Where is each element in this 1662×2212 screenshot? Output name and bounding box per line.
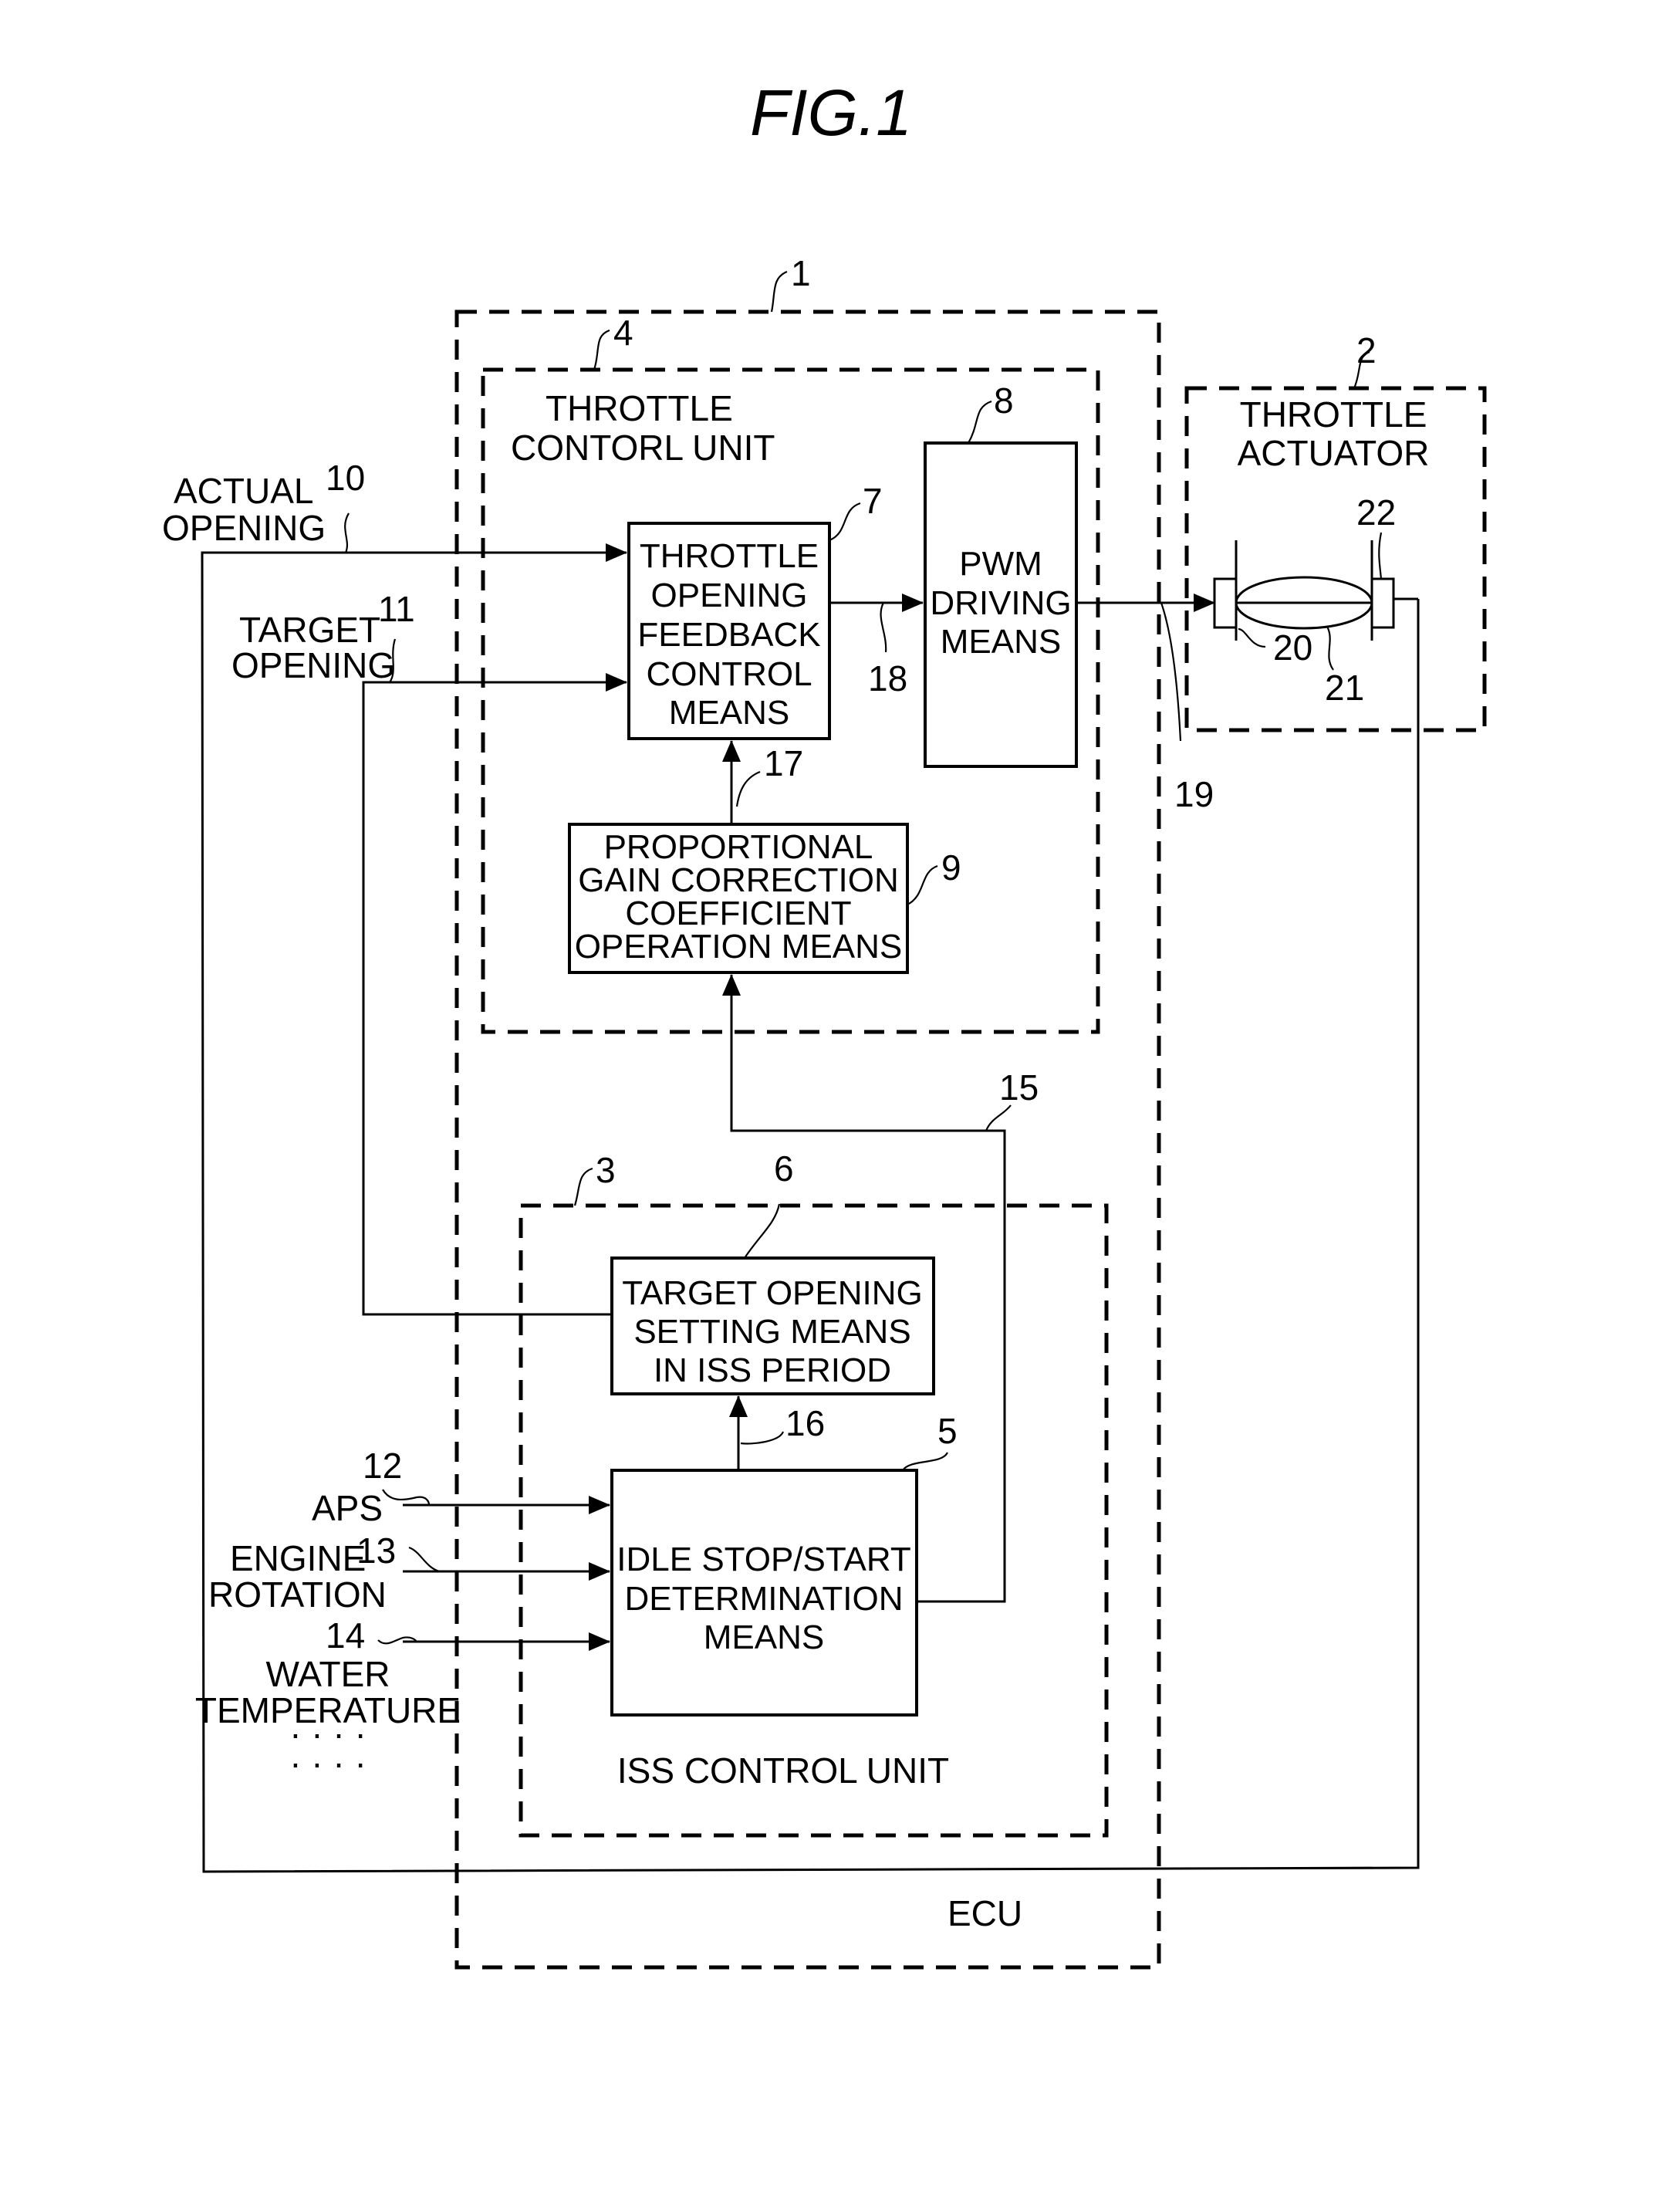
actuator-ref: 2	[1356, 330, 1377, 370]
water-temperature-label-line-1: WATER	[266, 1654, 390, 1694]
pwm-driving-line-3: MEANS	[941, 623, 1061, 661]
pwm-driving-ref: 8	[994, 381, 1014, 421]
idle-stop-start-leader	[902, 1452, 948, 1471]
ecu-label: ECU	[948, 1893, 1022, 1933]
idle-stop-start-ref: 5	[937, 1411, 958, 1451]
sensor-leader	[1378, 532, 1383, 580]
idle-stop-start-line-1: IDLE STOP/START	[616, 1541, 910, 1578]
valve-leader	[1326, 626, 1334, 671]
gain-correction-leader	[907, 864, 938, 905]
water-temperature-ref: 14	[326, 1615, 365, 1656]
ecu-ref: 1	[791, 253, 811, 293]
feedback-control-line-1: THROTTLE	[640, 537, 819, 575]
figure-title: FIG.1	[750, 76, 912, 149]
aps-label: APS	[312, 1488, 383, 1528]
iss-label: ISS CONTROL UNIT	[617, 1750, 949, 1791]
feedback-control-line-2: OPENING	[651, 577, 808, 614]
feedback-control-ref: 7	[863, 481, 883, 521]
engine-rotation-ref: 13	[356, 1530, 396, 1571]
iss-ref: 3	[596, 1150, 616, 1190]
feedback-control-line-5: MEANS	[669, 694, 789, 732]
target-opening-ref: 11	[378, 589, 415, 629]
feedback-control-line-3: FEEDBACK	[637, 616, 820, 654]
actuator-mechanism	[1213, 540, 1418, 641]
target-opening-setting-line-3: IN ISS PERIOD	[654, 1351, 891, 1389]
motor-ref: 20	[1273, 627, 1312, 668]
actuator-label-line-2: ACTUATOR	[1238, 433, 1430, 473]
feedback-control-line-4: CONTROL	[646, 655, 812, 693]
target-opening-setting-ref: 6	[774, 1148, 794, 1189]
iss-to-gain-ref: 15	[999, 1067, 1039, 1108]
valve-ref: 21	[1325, 668, 1364, 708]
actual-opening-label-line-2: OPENING	[162, 508, 326, 548]
tcu-leader	[593, 329, 610, 370]
target-opening-line	[362, 673, 627, 1316]
iss-to-gain-leader	[985, 1104, 1012, 1131]
target-opening-label-line-1: TARGET	[239, 610, 380, 650]
target-opening-setting-leader	[744, 1203, 781, 1259]
aps-ref: 12	[363, 1446, 402, 1486]
actual-opening-label-line-1: ACTUAL	[174, 471, 313, 511]
actual-opening-ref: 10	[326, 458, 365, 498]
iss-to-target-leader	[740, 1431, 785, 1445]
gain-correction-line-3: COEFFICIENT	[625, 895, 851, 932]
feedback-to-pwm-ref: 18	[868, 658, 907, 698]
sensor-block	[1370, 577, 1395, 629]
engine-rotation-label-line-1: ENGINE	[230, 1538, 366, 1578]
pwm-to-actuator-ref: 19	[1174, 774, 1214, 814]
actuator-label-line-1: THROTTLE	[1240, 394, 1427, 435]
gain-correction-line-1: PROPORTIONAL	[604, 828, 873, 866]
pwm-to-actuator-leader	[1160, 602, 1182, 742]
idle-stop-start-line-3: MEANS	[704, 1618, 824, 1656]
pwm-driving-line-2: DRIVING	[930, 584, 1071, 622]
ecu-leader	[770, 270, 788, 313]
motor-leader	[1238, 627, 1266, 648]
feedback-control-leader	[829, 502, 861, 542]
engine-rotation-leader	[408, 1546, 441, 1573]
target-opening-setting-line-2: SETTING MEANS	[633, 1313, 910, 1351]
gain-correction-line-2: GAIN CORRECTION	[578, 861, 899, 899]
target-opening-label-line-2: OPENING	[231, 645, 395, 685]
tcu-label-line-1: THROTTLE	[546, 388, 733, 428]
motor-block	[1213, 577, 1238, 629]
idle-stop-start-line-2: DETERMINATION	[625, 1580, 904, 1618]
gain-correction-ref: 9	[941, 847, 961, 888]
tcu-label-line-2: CONTORL UNIT	[511, 428, 775, 468]
engine-rotation-label-line-2: ROTATION	[208, 1574, 387, 1615]
gain-to-feedback-ref: 17	[764, 743, 803, 783]
pwm-driving-line-1: PWM	[959, 545, 1042, 583]
iss-leader	[573, 1167, 593, 1206]
gain-to-feedback-leader	[735, 770, 761, 807]
tcu-ref: 4	[613, 313, 633, 353]
aps-leader	[382, 1489, 431, 1506]
gain-correction-line-4: OPERATION MEANS	[575, 928, 903, 966]
sensor-ref: 22	[1356, 492, 1396, 533]
block-diagram: FIG.1 1 ECU 4 THROTTLE CONTORL UNIT 2 TH…	[162, 76, 1487, 1970]
target-opening-setting-line-1: TARGET OPENING	[622, 1274, 923, 1312]
pwm-driving-leader	[968, 400, 992, 444]
iss-to-target-ref: 16	[785, 1403, 825, 1443]
more-inputs-row-2: · · · ·	[289, 1743, 367, 1783]
feedback-to-pwm-leader	[880, 602, 887, 653]
actual-opening-leader	[344, 512, 350, 553]
